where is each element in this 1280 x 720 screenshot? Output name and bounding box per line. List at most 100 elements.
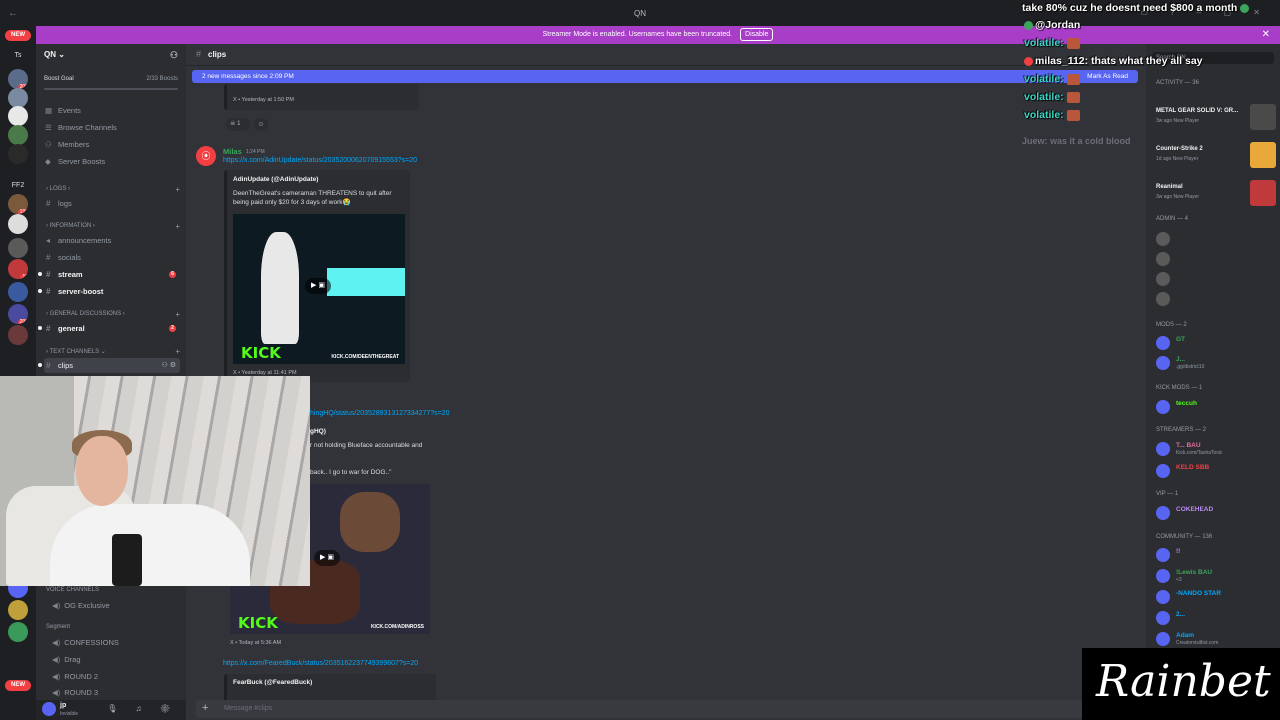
member-item[interactable]: COKEHEAD: [1156, 504, 1276, 522]
channel-server-boost[interactable]: # server-boost: [38, 284, 180, 299]
category-text-channels[interactable]: › TEXT CHANNELS ⌄ +: [46, 347, 180, 356]
member-item[interactable]: KELD SBB: [1156, 462, 1276, 480]
server-header[interactable]: QN ⌄ ⚇: [44, 50, 178, 64]
channel-announcements[interactable]: ◂ announcements: [44, 233, 180, 248]
emote-icon: [1024, 56, 1033, 66]
category-general-discussions[interactable]: › GENERAL DISCUSSIONS › +: [46, 310, 180, 319]
reaction-skull[interactable]: ☠ 1: [226, 118, 250, 131]
member-item[interactable]: J... .gg/district10: [1156, 354, 1276, 372]
member-item[interactable]: T... BAU Kick.com/TashaTosic: [1156, 440, 1276, 458]
nav-events[interactable]: ▦ Events: [45, 106, 81, 115]
message-link[interactable]: https://x.com/AdinUpdate/status/20352000…: [223, 157, 417, 164]
chat-username: volatile:: [1024, 91, 1064, 103]
chat-username: volatile:: [1024, 37, 1064, 49]
avatar[interactable]: [42, 702, 56, 716]
message-author[interactable]: Milas: [223, 147, 242, 156]
voice-channel[interactable]: ◀) CONFESSIONS: [52, 638, 180, 647]
voice-channel[interactable]: ◀) Drag: [52, 655, 180, 664]
server-icon[interactable]: 290: [8, 304, 28, 324]
server-icon[interactable]: [8, 144, 28, 164]
member-item[interactable]: teccuh: [1156, 398, 1276, 416]
server-icon[interactable]: 200: [8, 69, 28, 89]
disable-streamer-mode-button[interactable]: Disable: [740, 28, 774, 41]
avatar: [1156, 232, 1170, 246]
new-messages-bar[interactable]: 2 new messages since 2:09 PM Mark As Rea…: [192, 70, 1138, 83]
nav-members[interactable]: ⚇ Members: [45, 140, 89, 149]
member-item[interactable]: !Lewis BAU <3: [1156, 567, 1276, 585]
chat-message: @Jordan: [1024, 19, 1080, 31]
nav-server-boosts[interactable]: ◆ Server Boosts: [45, 157, 105, 166]
video-thumbnail[interactable]: ▶ ▣ KICK KICK.COM/DEENTHEGREAT: [233, 214, 405, 364]
play-icon[interactable]: ▶ ▣: [305, 278, 331, 294]
server-icon[interactable]: 196: [8, 194, 28, 214]
unread-dot: [38, 326, 42, 330]
attach-icon[interactable]: +: [202, 702, 208, 714]
member-item[interactable]: [1156, 290, 1276, 308]
server-icon[interactable]: [8, 214, 28, 234]
skull-icon: ☠: [230, 121, 236, 127]
channel-clips[interactable]: # clips ⚇ ⚙: [38, 358, 180, 373]
voice-channel[interactable]: ◀) ROUND 2: [52, 672, 180, 681]
embed-title[interactable]: gHQ): [310, 428, 326, 435]
play-icon[interactable]: ▶ ▣: [314, 550, 340, 566]
message-link[interactable]: hingHQ/status/2035289313127334277?s=20: [310, 410, 450, 417]
members-icon: ⚇: [45, 140, 52, 149]
add-reaction-button[interactable]: ☺: [254, 118, 268, 131]
server-icon[interactable]: [8, 325, 28, 345]
nav-browse-channels[interactable]: ☰ Browse Channels: [45, 123, 117, 132]
add-channel-icon[interactable]: +: [175, 185, 180, 194]
voice-channel[interactable]: ◀) ROUND 3: [52, 688, 180, 697]
embed-title[interactable]: AdinUpdate (@AdinUpdate): [233, 176, 318, 183]
channel-socials[interactable]: # socials: [44, 250, 180, 265]
category-information[interactable]: › INFORMATION › +: [46, 222, 180, 231]
add-user-icon[interactable]: ⚇: [170, 50, 178, 61]
member-item[interactable]: 2...: [1156, 609, 1276, 627]
member-item[interactable]: [1156, 270, 1276, 288]
member-item[interactable]: Adam Creatorvisitlist.com: [1156, 630, 1276, 648]
chat-text: thats what they all say: [1088, 55, 1203, 67]
member-item[interactable]: !!: [1156, 546, 1276, 564]
server-icon[interactable]: [8, 88, 28, 108]
category-segment[interactable]: Segment: [46, 624, 180, 630]
emote-icon: [1066, 109, 1080, 121]
server-icon[interactable]: [8, 282, 28, 302]
boost-goal[interactable]: Boost Goal 2/33 Boosts: [44, 76, 178, 90]
channel-stream[interactable]: # stream 6: [38, 267, 180, 282]
user-controls[interactable]: 🎙 ♫ ⚙: [107, 704, 178, 713]
game-art: [1250, 180, 1276, 206]
voice-channel[interactable]: ◀) OG Exclusive: [52, 601, 180, 610]
category-logs[interactable]: › LOGS › +: [46, 185, 180, 194]
server-icon[interactable]: [8, 106, 28, 126]
activity-card[interactable]: Reanimal 3w ago New Player: [1152, 178, 1276, 212]
server-icon[interactable]: FF2: [8, 176, 28, 196]
server-icon[interactable]: 12: [8, 259, 28, 279]
avatar: [1156, 548, 1170, 562]
channel-logs[interactable]: # logs: [44, 196, 180, 211]
member-item[interactable]: GT: [1156, 334, 1276, 352]
speaker-icon: ◀): [52, 672, 61, 681]
server-rail: NEW Ts200FF219612290284NEW: [0, 26, 36, 720]
message-composer[interactable]: + Message #clips ▦ ▭: [196, 700, 1136, 718]
unread-badge: 12: [20, 274, 28, 279]
server-icon[interactable]: [8, 238, 28, 258]
sponsor-logo: Rainbet: [1082, 648, 1280, 720]
message-input[interactable]: Message #clips: [224, 705, 272, 712]
category-voice-channels[interactable]: Voice Channels: [46, 587, 180, 593]
member-item[interactable]: [1156, 250, 1276, 268]
server-icon[interactable]: [8, 622, 28, 642]
member-item[interactable]: [1156, 230, 1276, 248]
server-icon[interactable]: [8, 600, 28, 620]
add-channel-icon[interactable]: +: [175, 222, 180, 231]
server-icon[interactable]: Ts: [8, 46, 28, 66]
add-channel-icon[interactable]: +: [175, 310, 180, 319]
avatar: [1156, 590, 1170, 604]
embed-title[interactable]: FearBuck (@FearedBuck): [233, 679, 312, 686]
channel-general[interactable]: # general 2: [38, 321, 180, 336]
member-item[interactable]: -NANDO STAR: [1156, 588, 1276, 606]
add-channel-icon[interactable]: +: [175, 347, 180, 356]
avatar[interactable]: ⦿: [196, 146, 216, 166]
server-icon[interactable]: [8, 125, 28, 145]
channel-settings-icon[interactable]: ⚇ ⚙: [162, 358, 177, 373]
member-name: GT: [1176, 336, 1186, 343]
message-link[interactable]: https://x.com/FearedBuck/status/20351622…: [223, 660, 418, 667]
